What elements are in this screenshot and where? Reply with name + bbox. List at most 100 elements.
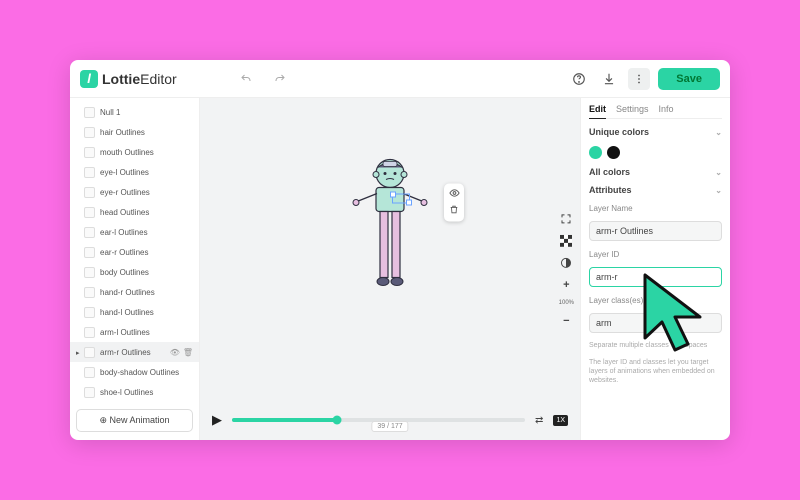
layer-thumb-icon <box>84 247 95 258</box>
class-hint: Separate multiple classes with spaces <box>589 341 722 350</box>
timeline: ▶ ⇄ 1X <box>200 400 580 440</box>
visibility-icon[interactable] <box>449 187 460 201</box>
layer-name-input[interactable] <box>589 221 722 241</box>
help-button[interactable] <box>568 68 590 90</box>
layer-row[interactable]: shoe-l Outlines <box>70 382 199 402</box>
layer-label: hair Outlines <box>100 128 145 137</box>
speed-badge[interactable]: 1X <box>553 415 568 426</box>
layer-label: head Outlines <box>100 208 149 217</box>
plus-icon: ⊕ <box>99 415 109 425</box>
selection-popover <box>444 183 464 221</box>
inspector-tabs: Edit Settings Info <box>589 104 722 119</box>
canvas-toolbar: + 100% − <box>559 212 574 328</box>
more-menu-button[interactable] <box>628 68 650 90</box>
inspector-panel: Edit Settings Info Unique colors⌄ All co… <box>580 98 730 440</box>
visibility-icon[interactable]: 👁 <box>170 348 180 357</box>
layer-label: hand-l Outlines <box>100 308 154 317</box>
layer-row[interactable]: ear-r Outlines <box>70 242 199 262</box>
body: Null 1 hair Outlines mouth Outlines eye-l O… <box>70 98 730 440</box>
layer-label: eye-l Outlines <box>100 168 149 177</box>
color-swatch[interactable] <box>589 146 602 159</box>
transparency-icon[interactable] <box>559 234 573 248</box>
download-button[interactable] <box>598 68 620 90</box>
layer-thumb-icon <box>84 287 95 298</box>
logo-text: LottieEditor <box>102 71 177 87</box>
layer-class-label: Layer class(es) <box>589 296 722 305</box>
unique-colors-header[interactable]: Unique colors⌄ <box>589 127 722 137</box>
character-figure <box>350 153 430 296</box>
new-animation-label: New Animation <box>110 415 170 425</box>
layer-class-input[interactable] <box>589 313 722 333</box>
layer-label: shoe-l Outlines <box>100 388 153 397</box>
zoom-in-icon[interactable]: + <box>559 278 573 292</box>
canvas[interactable]: + 100% − <box>200 98 580 400</box>
zoom-percent: 100% <box>559 300 574 306</box>
layer-label: body-shadow Outlines <box>100 368 179 377</box>
chevron-icon: ⌄ <box>715 186 722 195</box>
delete-icon[interactable] <box>449 204 459 217</box>
layer-thumb-icon <box>84 187 95 198</box>
layer-thumb-icon <box>84 387 95 398</box>
layer-thumb-icon <box>84 347 95 358</box>
layer-sidebar: Null 1 hair Outlines mouth Outlines eye-l O… <box>70 98 200 440</box>
id-class-hint: The layer ID and classes let you target … <box>589 358 722 385</box>
zoom-out-icon[interactable]: − <box>559 314 573 328</box>
app-window: l LottieEditor Save Null 1 hair Outlines m… <box>70 60 730 440</box>
tab-settings[interactable]: Settings <box>616 104 649 114</box>
layer-row[interactable]: hand-r Outlines <box>70 282 199 302</box>
layer-label: Null 1 <box>100 108 120 117</box>
layer-label: body Outlines <box>100 268 149 277</box>
layer-name-label: Layer Name <box>589 204 722 213</box>
layer-row[interactable]: body Outlines <box>70 262 199 282</box>
layer-row[interactable]: arm-r Outlines 👁🗑 <box>70 342 199 362</box>
layer-row[interactable]: mouth Outlines <box>70 142 199 162</box>
attributes-header[interactable]: Attributes⌄ <box>589 185 722 195</box>
chevron-icon: ⌄ <box>715 168 722 177</box>
layer-thumb-icon <box>84 107 95 118</box>
layer-row[interactable]: arm-l Outlines <box>70 322 199 342</box>
layer-thumb-icon <box>84 127 95 138</box>
logo-mark-icon: l <box>80 70 98 88</box>
redo-button[interactable] <box>269 68 291 90</box>
save-button[interactable]: Save <box>658 68 720 90</box>
layer-row[interactable]: body-shadow Outlines <box>70 362 199 382</box>
new-animation-button[interactable]: ⊕ New Animation <box>76 409 193 432</box>
layer-id-input[interactable] <box>589 267 722 287</box>
layer-thumb-icon <box>84 207 95 218</box>
logo[interactable]: l LottieEditor <box>80 70 177 88</box>
layer-thumb-icon <box>84 147 95 158</box>
contrast-icon[interactable] <box>559 256 573 270</box>
layer-label: arm-l Outlines <box>100 328 150 337</box>
layer-row[interactable]: shoe-r Outlines <box>70 402 199 405</box>
loop-button[interactable]: ⇄ <box>535 415 543 426</box>
delete-icon[interactable]: 🗑 <box>183 348 193 357</box>
tab-info[interactable]: Info <box>659 104 674 114</box>
undo-button[interactable] <box>235 68 257 90</box>
layer-row[interactable]: hair Outlines <box>70 122 199 142</box>
layer-label: hand-r Outlines <box>100 288 155 297</box>
canvas-area: + 100% − ▶ ⇄ 1X 39 / 177 <box>200 98 580 440</box>
layer-thumb-icon <box>84 167 95 178</box>
layer-label: ear-r Outlines <box>100 248 148 257</box>
selection-box[interactable] <box>392 193 410 203</box>
color-swatch[interactable] <box>607 146 620 159</box>
layer-thumb-icon <box>84 367 95 378</box>
layer-id-label: Layer ID <box>589 250 722 259</box>
layer-label: arm-r Outlines <box>100 348 151 357</box>
tab-edit[interactable]: Edit <box>589 104 606 119</box>
unique-color-swatches <box>589 146 722 159</box>
layer-row[interactable]: ear-l Outlines <box>70 222 199 242</box>
layer-list: Null 1 hair Outlines mouth Outlines eye-l O… <box>70 102 199 405</box>
play-button[interactable]: ▶ <box>212 412 222 428</box>
layer-row[interactable]: eye-l Outlines <box>70 162 199 182</box>
fit-icon[interactable] <box>559 212 573 226</box>
layer-row[interactable]: Null 1 <box>70 102 199 122</box>
layer-row[interactable]: hand-l Outlines <box>70 302 199 322</box>
layer-row[interactable]: eye-r Outlines <box>70 182 199 202</box>
layer-row[interactable]: head Outlines <box>70 202 199 222</box>
chevron-icon: ⌄ <box>715 128 722 137</box>
layer-thumb-icon <box>84 307 95 318</box>
header: l LottieEditor Save <box>70 60 730 98</box>
all-colors-header[interactable]: All colors⌄ <box>589 167 722 177</box>
layer-label: mouth Outlines <box>100 148 154 157</box>
